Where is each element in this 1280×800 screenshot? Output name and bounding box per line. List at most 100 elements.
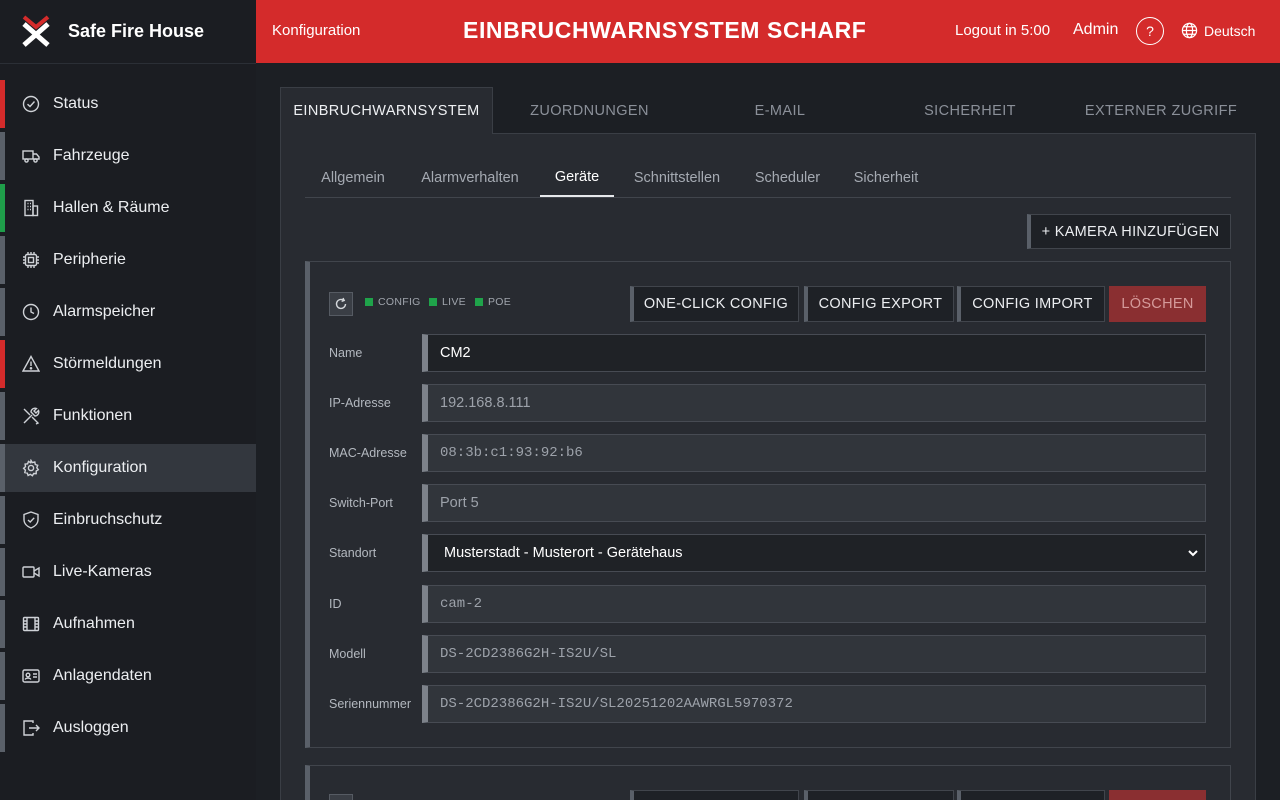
sidebar-item-einbruchschutz[interactable]: Einbruchschutz	[0, 496, 256, 544]
tab-sicherheit[interactable]: SICHERHEIT	[874, 87, 1066, 134]
serial-label: Seriennummer	[329, 697, 411, 711]
sidebar-item-label: Fahrzeuge	[53, 147, 130, 164]
ip-field: 192.168.8.111	[422, 384, 1206, 422]
warning-icon	[22, 355, 40, 373]
subtab-sicherheit[interactable]: Sicherheit	[842, 158, 930, 197]
shield-icon	[22, 511, 40, 529]
location-select[interactable]: Musterstadt - Musterort - Gerätehaus	[422, 534, 1206, 572]
name-label: Name	[329, 346, 363, 360]
indicator-config: CONFIG	[365, 296, 421, 308]
camera-icon	[22, 563, 40, 581]
tab-einbruchwarnsystem[interactable]: EINBRUCHWARNSYSTEM	[280, 87, 493, 134]
truck-icon	[22, 147, 40, 165]
config-status-dot	[365, 298, 373, 306]
status-accent-bar	[0, 652, 5, 700]
config-import-button[interactable]: CONFIG IMPORT	[957, 286, 1105, 322]
serial-field: DS-2CD2386G2H-IS2U/SL20251202AAWRGL59703…	[422, 685, 1206, 723]
tab-email[interactable]: E-MAIL	[686, 87, 874, 134]
status-accent-bar	[0, 80, 5, 128]
status-accent-bar	[0, 184, 5, 232]
subtab-schnittstellen[interactable]: Schnittstellen	[621, 158, 733, 197]
brand-name: Safe Fire House	[68, 21, 205, 41]
delete-button[interactable]: LÖSCHEN	[1109, 286, 1206, 322]
sidebar-item-konfiguration[interactable]: Konfiguration	[0, 444, 256, 492]
sidebar-item-hallen[interactable]: Hallen & Räume	[0, 184, 256, 232]
tools-icon	[22, 407, 40, 425]
subtab-allgemein[interactable]: Allgemein	[305, 158, 401, 197]
check-circle-icon	[22, 95, 40, 113]
refresh-button[interactable]	[329, 794, 353, 800]
brand-logo-icon	[22, 14, 50, 47]
brand[interactable]: Safe Fire House	[0, 0, 256, 64]
breadcrumb: Konfiguration	[272, 22, 361, 39]
poe-status-dot	[475, 298, 483, 306]
mac-field: 08:3b:c1:93:92:b6	[422, 434, 1206, 472]
sidebar-item-alarmspeicher[interactable]: Alarmspeicher	[0, 288, 256, 336]
sidebar-item-aufnahmen[interactable]: Aufnahmen	[0, 600, 256, 648]
sidebar-item-funktionen[interactable]: Funktionen	[0, 392, 256, 440]
subtab-geraete[interactable]: Geräte	[540, 158, 614, 197]
live-status-dot	[429, 298, 437, 306]
config-import-button[interactable]	[957, 790, 1105, 800]
sidebar-item-anlagendaten[interactable]: Anlagendaten	[0, 652, 256, 700]
delete-button[interactable]	[1109, 790, 1206, 800]
add-camera-button[interactable]: + KAMERA HINZUFÜGEN	[1027, 214, 1231, 249]
one-click-config-button[interactable]: ONE-CLICK CONFIG	[630, 286, 799, 322]
id-field: cam-2	[422, 585, 1206, 623]
sidebar-item-label: Störmeldungen	[53, 355, 162, 372]
sidebar-item-label: Aufnahmen	[53, 615, 135, 632]
subtab-alarmverhalten[interactable]: Alarmverhalten	[407, 158, 533, 197]
indicator-label: CONFIG	[378, 296, 421, 308]
sidebar-item-label: Anlagendaten	[53, 667, 152, 684]
switch-port-field: Port 5	[422, 484, 1206, 522]
status-accent-bar	[0, 600, 5, 648]
mac-label: MAC-Adresse	[329, 446, 407, 460]
status-accent-bar	[0, 288, 5, 336]
sidebar-item-stoermeldungen[interactable]: Störmeldungen	[0, 340, 256, 388]
sidebar-item-peripherie[interactable]: Peripherie	[0, 236, 256, 284]
logout-icon	[22, 719, 40, 737]
sidebar-item-label: Alarmspeicher	[53, 303, 156, 320]
name-input[interactable]: CM2	[422, 334, 1206, 372]
id-label: ID	[329, 597, 342, 611]
sub-tabs: Allgemein Alarmverhalten Geräte Schnitts…	[305, 158, 1231, 198]
status-accent-bar	[0, 340, 5, 388]
refresh-icon	[335, 297, 347, 310]
status-accent-bar	[0, 444, 5, 492]
indicator-poe: POE	[475, 296, 511, 308]
main-tabs: EINBRUCHWARNSYSTEM ZUORDNUNGEN E-MAIL SI…	[280, 87, 1256, 134]
sidebar-item-ausloggen[interactable]: Ausloggen	[0, 704, 256, 752]
subtab-scheduler[interactable]: Scheduler	[741, 158, 834, 197]
indicator-label: LIVE	[442, 296, 466, 308]
config-export-button[interactable]: CONFIG EXPORT	[804, 286, 954, 322]
location-value: Musterstadt - Musterort - Gerätehaus	[444, 545, 683, 561]
logout-timer: Logout in 5:00	[955, 22, 1051, 39]
sidebar-item-label: Funktionen	[53, 407, 133, 424]
sidebar-item-label: Peripherie	[53, 251, 126, 268]
film-icon	[22, 615, 40, 633]
model-label: Modell	[329, 647, 366, 661]
tab-externer-zugriff[interactable]: EXTERNER ZUGRIFF	[1066, 87, 1256, 134]
config-export-button[interactable]	[804, 790, 954, 800]
model-field: DS-2CD2386G2H-IS2U/SL	[422, 635, 1206, 673]
chevron-down-icon	[1188, 550, 1198, 557]
language-label: Deutsch	[1204, 22, 1256, 39]
globe-icon	[1181, 22, 1198, 39]
language-selector[interactable]: Deutsch	[1181, 22, 1255, 39]
page-title: EINBRUCHWARNSYSTEM SCHARF	[463, 17, 867, 43]
refresh-button[interactable]	[329, 292, 353, 316]
user-menu[interactable]: Admin	[1073, 21, 1118, 39]
help-button[interactable]: ?	[1136, 17, 1164, 45]
sidebar-item-label: Konfiguration	[53, 459, 148, 476]
sidebar-item-label: Status	[53, 95, 99, 112]
sidebar-item-live-kameras[interactable]: Live-Kameras	[0, 548, 256, 596]
sidebar-item-status[interactable]: Status	[0, 80, 256, 128]
tab-zuordnungen[interactable]: ZUORDNUNGEN	[493, 87, 686, 134]
one-click-config-button[interactable]	[630, 790, 799, 800]
chip-icon	[22, 251, 40, 269]
indicator-live: LIVE	[429, 296, 466, 308]
building-icon	[22, 199, 40, 217]
sidebar-item-fahrzeuge[interactable]: Fahrzeuge	[0, 132, 256, 180]
indicator-label: POE	[488, 296, 512, 308]
sidebar-item-label: Hallen & Räume	[53, 199, 170, 216]
